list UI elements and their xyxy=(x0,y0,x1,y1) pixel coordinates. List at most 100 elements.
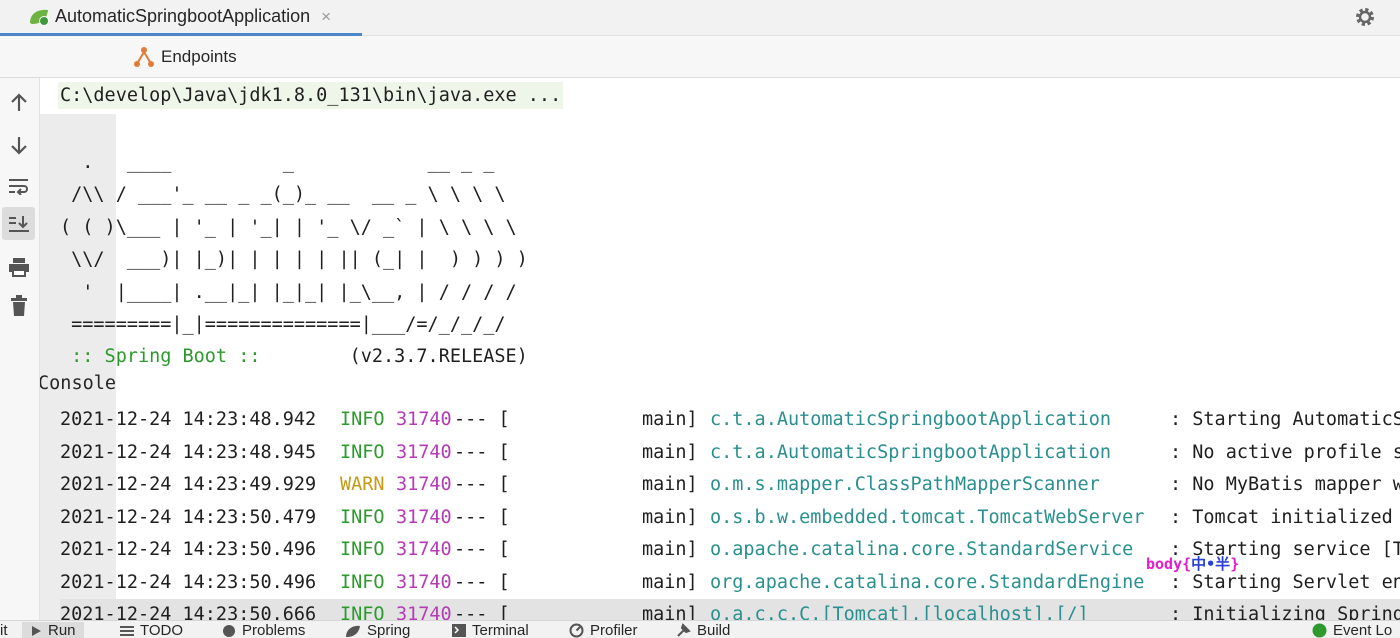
ime-overlay: body{中•半} xyxy=(1146,553,1239,574)
run-tab[interactable]: AutomaticSpringbootApplication × xyxy=(0,0,362,36)
log-separator: --- [ xyxy=(454,441,510,463)
log-date: 2021-12-24 14:23:50.666 xyxy=(60,604,317,620)
log-pid: 31740 xyxy=(396,539,452,560)
tool-profiler[interactable]: Profiler xyxy=(569,622,638,638)
log-message: : Tomcat initialized xyxy=(1170,506,1400,528)
banner-line: ( ( )\___ | '_ | '_| | '_ \/ _` | \ \ \ … xyxy=(60,217,517,238)
log-separator: --- [ xyxy=(454,409,510,430)
log-level: INFO xyxy=(340,409,385,430)
console-tabs: Console Endpoints xyxy=(0,36,1400,638)
soft-wrap-icon[interactable] xyxy=(2,169,35,202)
spring-icon xyxy=(346,625,360,637)
log-pid: 31740 xyxy=(396,409,452,430)
log-message: : Starting AutomaticS xyxy=(1170,409,1400,430)
tool-event-log-label: Event Lo xyxy=(1333,622,1393,638)
tool-problems-label: Problems xyxy=(242,622,306,638)
run-tab-title: AutomaticSpringbootApplication xyxy=(55,6,311,26)
log-date: 2021-12-24 14:23:48.945 xyxy=(60,441,317,463)
log-date: 2021-12-24 14:23:48.942 xyxy=(60,409,317,430)
spring-boot-label: :: Spring Boot :: xyxy=(60,346,272,367)
console-toolbar xyxy=(0,78,40,620)
tool-window-bar: it Run TODO Problems Spring Terminal Pro… xyxy=(0,620,1400,638)
log-logger[interactable]: o.apache.catalina.core.StandardService xyxy=(710,534,1133,566)
log-logger[interactable]: o.m.s.mapper.ClassPathMapperScanner xyxy=(710,469,1100,501)
up-arrow-icon[interactable] xyxy=(2,86,35,119)
log-separator: --- [ xyxy=(454,571,510,593)
tab-endpoints-label: Endpoints xyxy=(161,47,237,66)
console-output[interactable]: C:\develop\Java\jdk1.8.0_131\bin\java.ex… xyxy=(40,78,1400,620)
tab-endpoints[interactable]: Endpoints xyxy=(133,36,237,78)
log-line: 2021-12-24 14:23:49.929 WARN 31740 --- [mai… xyxy=(60,469,1400,501)
java-command-line[interactable]: C:\develop\Java\jdk1.8.0_131\bin\java.ex… xyxy=(58,82,564,109)
log-level: INFO xyxy=(340,506,385,528)
log-logger[interactable]: c.t.a.AutomaticSpringbootApplication xyxy=(710,404,1111,436)
log-logger[interactable]: o.a.c.c.C.[Tomcat].[localhost].[/] xyxy=(710,599,1089,620)
tool-terminal[interactable]: Terminal xyxy=(452,622,529,638)
log-level: INFO xyxy=(340,441,385,463)
warning-circle-icon xyxy=(223,624,235,637)
banner-line: /\\ / ___'_ __ _ _(_)_ __ __ _ \ \ \ \ xyxy=(60,184,506,205)
log-line: 2021-12-24 14:23:48.942 INFO 31740 --- [ mai… xyxy=(60,404,1400,436)
gear-icon[interactable] xyxy=(1354,6,1376,28)
tool-event-log[interactable]: Event Lo xyxy=(1312,622,1392,638)
log-logger[interactable]: c.t.a.AutomaticSpringbootApplication xyxy=(710,437,1111,469)
banner-line: \\/ ___)| |_)| | | | | || (_| | ) ) ) ) xyxy=(60,249,528,270)
endpoints-icon xyxy=(134,47,154,67)
log-message: : No MyBatis mapper w xyxy=(1170,474,1400,495)
log-thread: main] xyxy=(642,474,698,495)
log-message: : No active profile s xyxy=(1170,441,1400,463)
log-date: 2021-12-24 14:23:50.496 xyxy=(60,571,317,593)
log-thread: main] xyxy=(642,571,698,593)
spring-boot-version: (v2.3.7.RELEASE) xyxy=(271,346,528,367)
log-logger[interactable]: org.apache.catalina.core.StandardEngine xyxy=(710,567,1144,599)
log-thread: main] xyxy=(642,409,698,430)
log-separator: --- [ xyxy=(454,604,510,620)
trash-icon[interactable] xyxy=(2,289,35,322)
tool-todo-label: TODO xyxy=(140,622,184,638)
tool-run[interactable]: Run xyxy=(22,622,84,638)
play-icon xyxy=(32,625,41,636)
tool-problems[interactable]: Problems xyxy=(222,622,305,638)
log-level: INFO xyxy=(340,604,385,620)
log-line: 2021-12-24 14:23:50.666 INFO 31740 --- [ mai… xyxy=(60,599,1400,620)
overlay-prefix: body{ xyxy=(1146,555,1192,573)
run-tab-bar: AutomaticSpringbootApplication × xyxy=(0,0,1400,36)
tool-spring[interactable]: Spring xyxy=(345,622,410,638)
log-separator: --- [ xyxy=(454,506,510,528)
log-thread: main] xyxy=(642,604,698,620)
tool-todo[interactable]: TODO xyxy=(120,622,183,638)
list-icon xyxy=(120,625,134,636)
tool-terminal-label: Terminal xyxy=(472,622,529,638)
log-pid: 31740 xyxy=(396,506,452,528)
log-separator: --- [ xyxy=(454,474,510,495)
terminal-icon xyxy=(452,624,466,637)
down-arrow-icon[interactable] xyxy=(2,128,35,161)
log-line: 2021-12-24 14:23:48.945 INFO 31740 --- [mai… xyxy=(60,437,1400,469)
log-level: WARN xyxy=(340,474,385,495)
tool-profiler-label: Profiler xyxy=(590,622,638,638)
log-level: INFO xyxy=(340,539,385,560)
log-separator: --- [ xyxy=(454,539,510,560)
log-line: 2021-12-24 14:23:50.479 INFO 31740 --- [mai… xyxy=(60,502,1400,534)
tool-build-label: Build xyxy=(697,622,731,638)
event-log-icon xyxy=(1312,623,1327,638)
log-thread: main] xyxy=(642,539,698,560)
log-pid: 31740 xyxy=(396,441,452,463)
log-date: 2021-12-24 14:23:50.479 xyxy=(60,506,317,528)
overlay-suffix: } xyxy=(1230,555,1240,573)
hammer-icon xyxy=(677,623,691,637)
overlay-inner: 中•半 xyxy=(1191,555,1231,573)
tool-build[interactable]: Build xyxy=(676,622,730,638)
log-pid: 31740 xyxy=(396,474,452,495)
left-cut-label: it xyxy=(0,622,8,638)
close-icon[interactable]: × xyxy=(321,7,331,27)
log-logger[interactable]: o.s.b.w.embedded.tomcat.TomcatWebServer xyxy=(710,502,1144,534)
scroll-to-end-icon[interactable] xyxy=(2,207,35,240)
banner-line: ' |____| .__|_| |_|_| |_\__, | / / / / xyxy=(60,282,517,303)
banner-line: . ____ _ __ _ _ xyxy=(60,152,495,173)
log-level: INFO xyxy=(340,571,385,593)
banner-line: =========|_|==============|___/=/_/_/_/ xyxy=(60,314,506,335)
log-pid: 31740 xyxy=(396,604,452,620)
print-icon[interactable] xyxy=(2,250,35,283)
spring-leaf-icon xyxy=(30,9,49,26)
